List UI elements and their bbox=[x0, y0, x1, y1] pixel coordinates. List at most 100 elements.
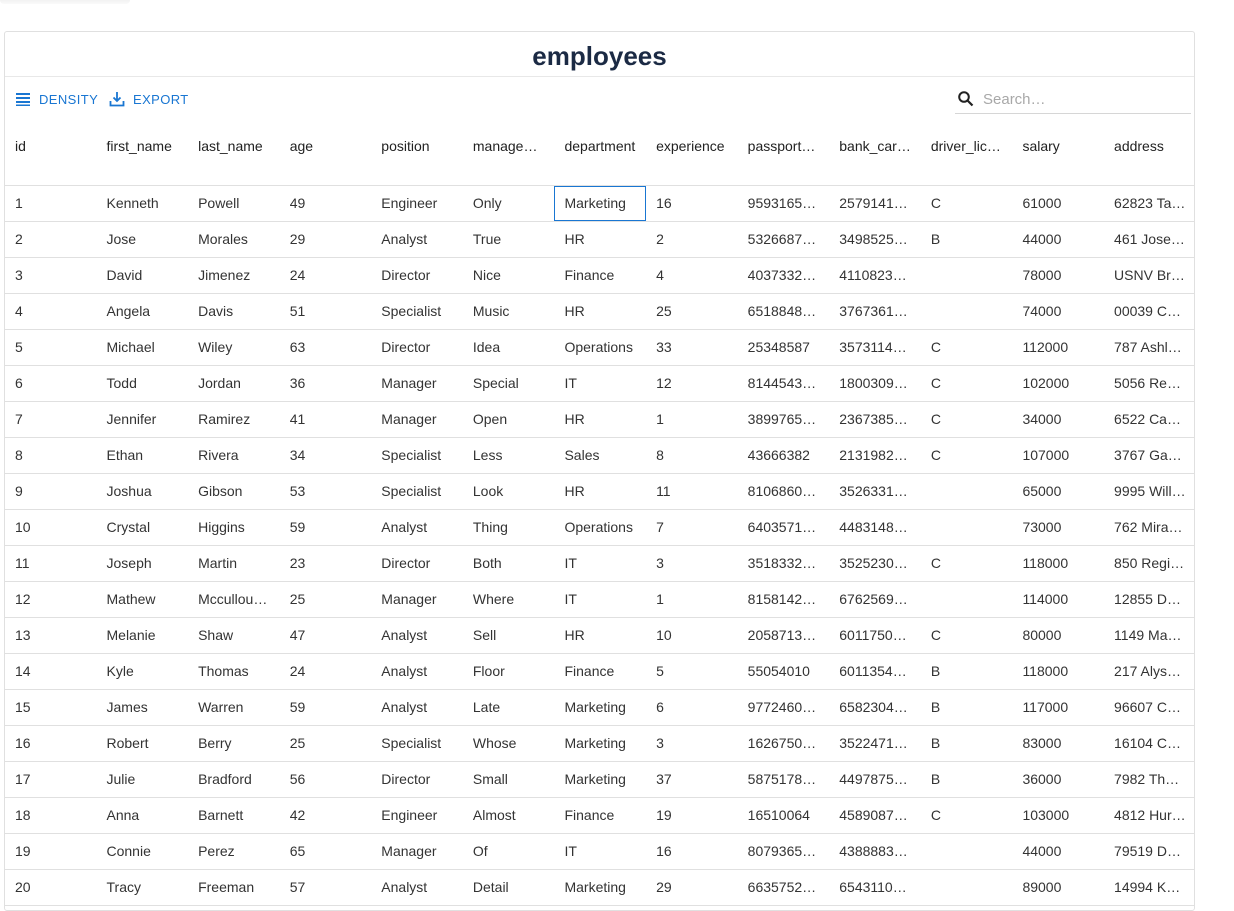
table-cell[interactable]: Rivera bbox=[188, 438, 280, 473]
table-cell[interactable] bbox=[921, 258, 1013, 293]
table-cell[interactable]: 42 bbox=[280, 798, 372, 833]
table-cell[interactable]: Michael bbox=[97, 330, 189, 365]
table-cell[interactable]: 25 bbox=[280, 726, 372, 761]
table-cell[interactable]: Idea bbox=[463, 330, 555, 365]
table-row[interactable]: 13 Melanie Shaw 47 Analyst Sell HR 10 2058713… 60… bbox=[5, 618, 1194, 654]
table-row[interactable]: 17 Julie Bradford 56 Director Small Marketing 3… bbox=[5, 762, 1194, 798]
table-row[interactable]: 4 Angela Davis 51 Specialist Music HR 25 6518848… bbox=[5, 294, 1194, 330]
table-cell[interactable]: Analyst bbox=[371, 510, 463, 545]
table-cell[interactable]: 16 bbox=[646, 186, 738, 221]
table-row[interactable]: 3 David Jimenez 24 Director Nice Finance 4 40373… bbox=[5, 258, 1194, 294]
table-cell[interactable]: B bbox=[921, 762, 1013, 797]
table-cell[interactable]: David bbox=[97, 258, 189, 293]
table-row[interactable]: 10 Crystal Higgins 59 Analyst Thing Operations… bbox=[5, 510, 1194, 546]
table-cell[interactable]: Manager bbox=[371, 366, 463, 401]
table-cell[interactable]: 56 bbox=[280, 762, 372, 797]
table-cell[interactable]: 3573114… bbox=[829, 330, 921, 365]
table-row[interactable]: 20 Tracy Freeman 57 Analyst Detail Marketing 29… bbox=[5, 870, 1194, 906]
table-cell[interactable]: Nice bbox=[463, 258, 555, 293]
table-cell[interactable]: 6635752… bbox=[738, 870, 830, 905]
table-cell[interactable]: Look bbox=[463, 474, 555, 509]
table-cell[interactable]: Morales bbox=[188, 222, 280, 257]
table-cell[interactable]: 6522 Cas… bbox=[1104, 402, 1196, 437]
table-cell[interactable]: 63 bbox=[280, 330, 372, 365]
table-cell[interactable]: IT bbox=[554, 366, 646, 401]
table-cell[interactable]: 3 bbox=[646, 726, 738, 761]
table-cell[interactable]: Robert bbox=[97, 726, 189, 761]
table-cell[interactable]: Finance bbox=[554, 798, 646, 833]
column-header[interactable]: experience bbox=[646, 121, 738, 185]
table-cell[interactable]: IT bbox=[554, 546, 646, 581]
table-cell[interactable]: 5056 Ree… bbox=[1104, 366, 1196, 401]
table-cell[interactable]: C bbox=[921, 330, 1013, 365]
column-header[interactable]: bank_card_… bbox=[829, 121, 921, 185]
table-cell[interactable]: Only bbox=[463, 186, 555, 221]
table-cell[interactable]: Detail bbox=[463, 870, 555, 905]
table-cell[interactable]: 118000 bbox=[1012, 654, 1104, 689]
search-input[interactable] bbox=[981, 89, 1185, 109]
table-cell[interactable]: 2 bbox=[646, 222, 738, 257]
table-cell[interactable]: Jennifer bbox=[97, 402, 189, 437]
column-header[interactable]: passport_id bbox=[738, 121, 830, 185]
table-cell[interactable]: Specialist bbox=[371, 726, 463, 761]
table-cell[interactable]: 8079365… bbox=[738, 834, 830, 869]
table-cell[interactable]: 3767361… bbox=[829, 294, 921, 329]
table-cell[interactable]: Analyst bbox=[371, 654, 463, 689]
table-cell[interactable]: 36 bbox=[280, 366, 372, 401]
table-cell[interactable]: 44000 bbox=[1012, 222, 1104, 257]
table-cell[interactable]: 3526331… bbox=[829, 474, 921, 509]
table-cell[interactable]: IT bbox=[554, 834, 646, 869]
density-button[interactable]: DENSITY bbox=[15, 91, 98, 107]
table-cell[interactable]: 2 bbox=[5, 222, 97, 257]
table-cell[interactable]: 6 bbox=[5, 366, 97, 401]
table-cell[interactable]: 3767 Gar… bbox=[1104, 438, 1196, 473]
table-cell[interactable]: 25348587 bbox=[738, 330, 830, 365]
table-cell[interactable]: 9772460… bbox=[738, 690, 830, 725]
table-cell[interactable]: 57 bbox=[280, 870, 372, 905]
table-cell[interactable]: 62823 Ta… bbox=[1104, 186, 1196, 221]
table-cell[interactable]: Mathew bbox=[97, 582, 189, 617]
table-cell[interactable]: Less bbox=[463, 438, 555, 473]
table-cell[interactable]: Director bbox=[371, 762, 463, 797]
table-cell[interactable] bbox=[921, 582, 1013, 617]
table-cell[interactable]: Davis bbox=[188, 294, 280, 329]
table-cell[interactable]: 5 bbox=[5, 330, 97, 365]
table-cell[interactable]: 16 bbox=[5, 726, 97, 761]
table-cell[interactable]: C bbox=[921, 402, 1013, 437]
table-cell[interactable]: HR bbox=[554, 618, 646, 653]
table-cell[interactable]: Manager bbox=[371, 402, 463, 437]
table-cell[interactable]: 8106860… bbox=[738, 474, 830, 509]
table-cell[interactable]: 1 bbox=[5, 186, 97, 221]
table-cell[interactable]: Anna bbox=[97, 798, 189, 833]
table-cell[interactable]: Powell bbox=[188, 186, 280, 221]
table-cell[interactable]: 9995 Will… bbox=[1104, 474, 1196, 509]
table-cell[interactable]: Martin bbox=[188, 546, 280, 581]
table-cell[interactable]: 16510064 bbox=[738, 798, 830, 833]
table-cell[interactable]: Jimenez bbox=[188, 258, 280, 293]
column-header[interactable]: address bbox=[1104, 121, 1196, 185]
table-cell[interactable]: 47 bbox=[280, 618, 372, 653]
table-cell[interactable]: 2131982… bbox=[829, 438, 921, 473]
table-cell[interactable]: 1 bbox=[646, 402, 738, 437]
table-cell[interactable]: 00039 Co… bbox=[1104, 294, 1196, 329]
table-cell[interactable]: Where bbox=[463, 582, 555, 617]
table-cell[interactable]: 3525230… bbox=[829, 546, 921, 581]
table-cell[interactable]: 14994 Kn… bbox=[1104, 870, 1196, 905]
table-cell[interactable]: 78000 bbox=[1012, 258, 1104, 293]
table-cell[interactable]: 1800309… bbox=[829, 366, 921, 401]
table-cell[interactable]: Analyst bbox=[371, 618, 463, 653]
table-cell[interactable]: Crystal bbox=[97, 510, 189, 545]
table-cell[interactable]: 12 bbox=[5, 582, 97, 617]
table-cell[interactable]: Jordan bbox=[188, 366, 280, 401]
table-cell[interactable]: 61000 bbox=[1012, 186, 1104, 221]
table-cell[interactable] bbox=[921, 474, 1013, 509]
table-cell[interactable]: 17 bbox=[5, 762, 97, 797]
table-cell[interactable]: 117000 bbox=[1012, 690, 1104, 725]
table-cell[interactable]: 34 bbox=[280, 438, 372, 473]
table-row[interactable]: 7 Jennifer Ramirez 41 Manager Open HR 1 3899765…… bbox=[5, 402, 1194, 438]
table-cell[interactable]: 11 bbox=[5, 546, 97, 581]
table-cell[interactable]: Operations bbox=[554, 330, 646, 365]
table-cell[interactable]: Joseph bbox=[97, 546, 189, 581]
table-cell[interactable]: B bbox=[921, 222, 1013, 257]
table-cell[interactable]: 89000 bbox=[1012, 870, 1104, 905]
